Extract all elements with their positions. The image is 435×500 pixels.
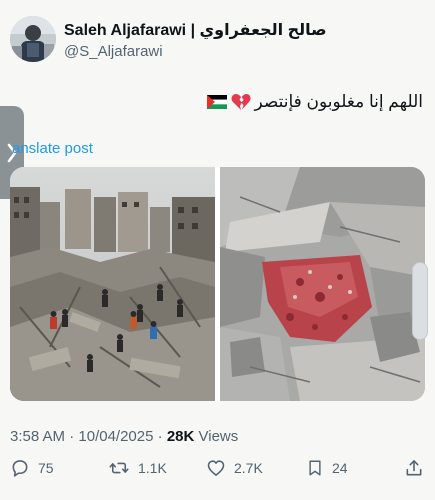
share-icon (406, 460, 422, 476)
bookmark-count: 24 (332, 460, 348, 476)
views-label: Views (194, 428, 239, 445)
repost-count: 1.1K (138, 460, 167, 476)
tweet-card: Saleh Aljafarawi | صالح الجعفراوي @S_Alj… (0, 0, 435, 500)
tweet-meta: 3:58 AM · 10/04/2025 · 28K Views (10, 428, 238, 445)
like-count: 2.7K (234, 460, 263, 476)
tweet-text: اللهم إنا مغلوبون فإنتصر (206, 92, 424, 112)
bookmark-button[interactable]: 24 (306, 458, 348, 478)
bloodied-rock-photo[interactable] (220, 167, 425, 401)
like-button[interactable]: 2.7K (206, 458, 263, 478)
author-display-name[interactable]: Saleh Aljafarawi | صالح الجعفراوي (64, 20, 327, 40)
reply-count: 75 (38, 460, 54, 476)
action-bar: 75 1.1K 2.7K 24 (10, 458, 425, 482)
avatar[interactable] (10, 16, 56, 62)
share-button[interactable] (404, 458, 424, 478)
tweet-media[interactable] (10, 167, 425, 401)
like-icon (207, 460, 225, 476)
rubble-crowd-photo[interactable] (10, 167, 215, 401)
author-handle[interactable]: @S_Aljafarawi (64, 43, 163, 60)
palestine-flag-icon (206, 95, 227, 109)
scrollbar-thumb[interactable] (412, 262, 428, 340)
views-count: 28K (166, 428, 195, 445)
tweet-text-body: اللهم إنا مغلوبون فإنتصر (254, 92, 424, 111)
repost-icon (109, 462, 129, 474)
repost-button[interactable]: 1.1K (108, 458, 167, 478)
tweet-date[interactable]: 10/04/2025 (78, 428, 153, 445)
meta-separator: · (65, 428, 79, 445)
reply-icon (12, 460, 28, 477)
translate-post-link[interactable]: anslate post (12, 140, 93, 157)
reply-button[interactable]: 75 (10, 458, 54, 478)
tweet-time[interactable]: 3:58 AM (10, 428, 65, 445)
bookmark-icon (309, 460, 321, 476)
broken-heart-icon (231, 93, 251, 111)
meta-separator: · (153, 428, 167, 445)
